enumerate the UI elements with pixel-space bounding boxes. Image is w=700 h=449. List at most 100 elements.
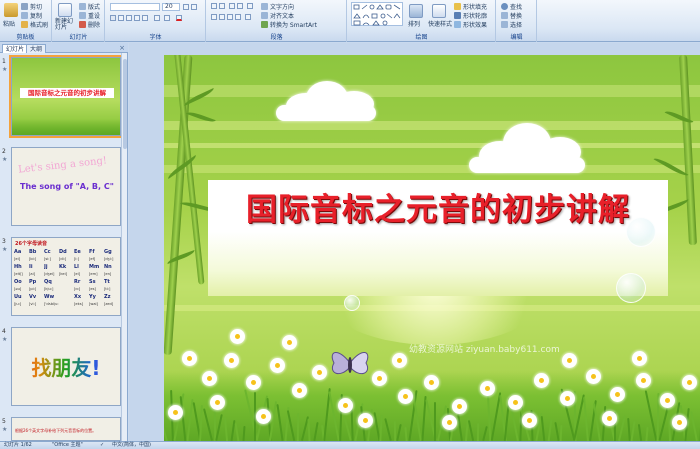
- alphabet-cell: [el]: [74, 271, 81, 276]
- find-button[interactable]: 查找: [501, 2, 522, 11]
- alphabet-row: [eitʃ] [ai] [dʒei] [kei] [el] [em] [en]: [14, 272, 120, 280]
- shape-outline-button[interactable]: 形状轮廓: [454, 11, 487, 20]
- daisy-flower: [674, 417, 685, 428]
- daisy-flower: [284, 337, 295, 348]
- slide-canvas[interactable]: 国际音标之元音的初步讲解 幼教资源网站 ziyuan.baby611.com: [164, 55, 700, 441]
- slide-number: 2: [2, 148, 6, 155]
- reset-icon: [79, 12, 86, 19]
- animation-star-icon: ★: [2, 246, 8, 253]
- delete-slide-button[interactable]: 删除: [79, 20, 100, 29]
- format-painter-button[interactable]: 格式刷: [21, 20, 48, 29]
- quick-styles-label: 快速样式: [428, 21, 453, 28]
- daisy-flower: [340, 400, 351, 411]
- thumbnail-row-3[interactable]: 3 ★ 26个字母读音 Aa Bb Cc Dd Ee Ff Gg [ei] [bi:] [si:]…: [0, 237, 128, 321]
- slide-thumbnail-2[interactable]: Let's sing a song! The song of "A, B, C": [11, 147, 121, 226]
- slide-thumbnail-4[interactable]: 找朋友!: [11, 327, 121, 406]
- columns-icon[interactable]: [245, 14, 251, 20]
- shape-effects-button[interactable]: 形状效果: [454, 20, 487, 29]
- numbering-icon[interactable]: [219, 3, 225, 9]
- alphabet-cell: ['dʌblju:]: [44, 301, 59, 306]
- tab-slides[interactable]: 幻灯片: [2, 44, 29, 53]
- alphabet-grid: Aa Bb Cc Dd Ee Ff Gg [ei] [bi:] [si:] [di:] [i:] [ef…: [14, 249, 120, 309]
- justify-icon[interactable]: [235, 14, 241, 20]
- alphabet-row: Aa Bb Cc Dd Ee Ff Gg: [14, 249, 120, 257]
- align-right-icon[interactable]: [227, 14, 233, 20]
- align-text-button[interactable]: 对齐文本: [261, 11, 294, 20]
- bold-icon[interactable]: [110, 15, 116, 21]
- shrink-font-icon[interactable]: [191, 4, 197, 10]
- line-spacing-icon[interactable]: [247, 3, 253, 9]
- alphabet-cell: [wai]: [89, 301, 98, 306]
- alphabet-cell: [59, 294, 74, 302]
- shape-fill-button[interactable]: 形状填充: [454, 2, 487, 11]
- daisy-flower: [426, 377, 437, 388]
- alphabet-cell: Zz: [104, 294, 111, 300]
- bullets-icon[interactable]: [211, 3, 217, 9]
- delete-label: 删除: [88, 22, 101, 29]
- align-left-icon[interactable]: [211, 14, 217, 20]
- layout-icon: [79, 3, 86, 10]
- slide-title[interactable]: 国际音标之元音的初步讲解: [208, 180, 668, 232]
- cut-button[interactable]: 剪切: [21, 2, 42, 11]
- reset-button[interactable]: 重设: [79, 11, 100, 20]
- alphabet-cell: [ai]: [29, 271, 36, 276]
- alphabet-cell: Yy: [89, 294, 96, 300]
- smartart-button[interactable]: 转换为 SmartArt: [261, 20, 317, 29]
- alphabet-cell: [es]: [89, 286, 96, 291]
- font-size-combo[interactable]: 20: [162, 3, 180, 11]
- alphabet-cell: [ei]: [14, 256, 21, 261]
- daisy-flower: [510, 397, 521, 408]
- tab-outline[interactable]: 大纲: [26, 44, 47, 53]
- paste-button[interactable]: 粘贴: [3, 19, 15, 28]
- quick-styles-button[interactable]: 快速样式: [428, 19, 452, 28]
- select-button[interactable]: 选择: [501, 20, 522, 29]
- char-spacing-icon[interactable]: [154, 15, 160, 21]
- thumbnail-row-1[interactable]: 1 ★ 国际音标之元音的初步讲解: [0, 55, 128, 141]
- thumbnail-row-4[interactable]: 4 ★ 找朋友!: [0, 327, 128, 411]
- paste-label: 粘贴: [3, 21, 16, 28]
- pane-scrollbar[interactable]: [121, 53, 127, 441]
- underline-icon[interactable]: [126, 15, 132, 21]
- layout-button[interactable]: 版式: [79, 2, 100, 11]
- scrollbar-thumb[interactable]: [123, 59, 127, 149]
- slide-counter: 幻灯片 1/62: [4, 442, 32, 448]
- daisy-flower: [564, 355, 575, 366]
- strikethrough-icon[interactable]: [134, 15, 140, 21]
- change-case-icon[interactable]: [164, 15, 170, 21]
- shadow-icon[interactable]: [142, 15, 148, 21]
- shapes-gallery[interactable]: [351, 2, 403, 26]
- light-stripe: [164, 165, 700, 173]
- light-stripe: [164, 143, 700, 148]
- font-color-icon[interactable]: [176, 15, 182, 21]
- thumbnail-row-2[interactable]: 2 ★ Let's sing a song! The song of "A, B…: [0, 147, 128, 231]
- pen-icon: [454, 12, 461, 19]
- alphabet-cell: Mm: [89, 264, 100, 270]
- slide-thumbnail-3[interactable]: 26个字母读音 Aa Bb Cc Dd Ee Ff Gg [ei] [bi:] [si:] [di:…: [11, 237, 121, 316]
- italic-icon[interactable]: [118, 15, 124, 21]
- daisy-flower: [604, 413, 615, 424]
- daisy-flower: [588, 371, 599, 382]
- alphabet-cell: [ti:]: [104, 286, 111, 291]
- copy-button[interactable]: 复制: [21, 11, 42, 20]
- font-name-combo[interactable]: [110, 3, 160, 11]
- new-slide-button[interactable]: 新建幻灯片: [55, 19, 77, 31]
- close-icon[interactable]: ×: [119, 43, 125, 53]
- increase-indent-icon[interactable]: [237, 3, 243, 9]
- text-direction-button[interactable]: 文字方向: [261, 2, 294, 11]
- language-indicator[interactable]: 中文(简体，中国): [112, 442, 151, 449]
- daisy-flower: [454, 401, 465, 412]
- spellcheck-icon[interactable]: ✓: [100, 442, 104, 449]
- thumbnail-row-5[interactable]: 5 ★ 根据26个英文字母补给下列元音音标的位置。: [0, 417, 128, 441]
- grow-font-icon[interactable]: [183, 4, 189, 10]
- slide-thumbnail-5[interactable]: 根据26个英文字母补给下列元音音标的位置。: [11, 417, 121, 441]
- arrange-button[interactable]: 排列: [408, 19, 420, 28]
- alphabet-cell: [dʒei]: [44, 271, 55, 276]
- copy-label: 复制: [30, 13, 43, 20]
- slide-thumbnail-1[interactable]: 国际音标之元音的初步讲解: [9, 55, 123, 138]
- decrease-indent-icon[interactable]: [229, 3, 235, 9]
- alphabet-cell: Uu: [14, 294, 22, 300]
- align-center-icon[interactable]: [219, 14, 225, 20]
- daisy-flower: [170, 407, 181, 418]
- grass-blade: [254, 392, 256, 441]
- replace-button[interactable]: 替换: [501, 11, 522, 20]
